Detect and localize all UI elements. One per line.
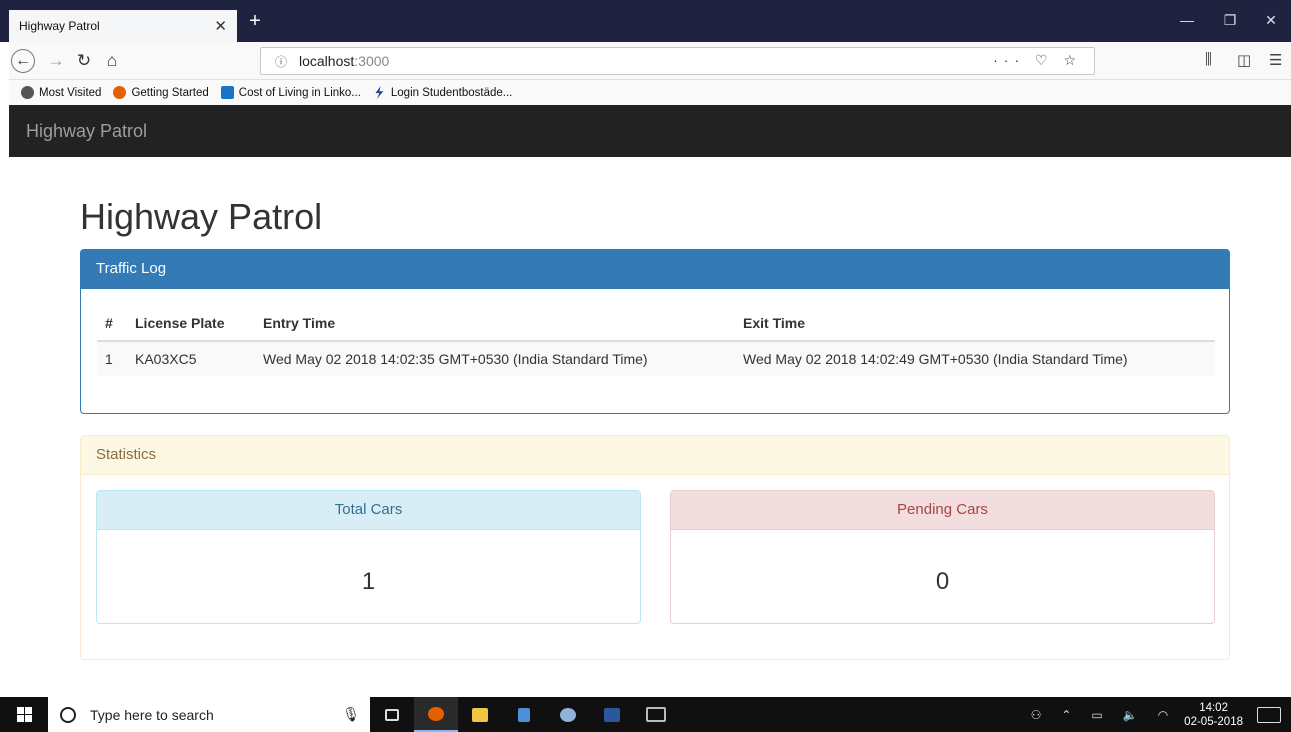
url-host: localhost (299, 53, 355, 69)
table-cell: KA03XC5 (135, 351, 197, 367)
battery-icon[interactable]: ▭ (1091, 708, 1102, 722)
word-icon[interactable] (590, 697, 634, 732)
numbeo-icon (220, 86, 234, 99)
clock-date: 02-05-2018 (1184, 715, 1243, 728)
bookmark-getting-started[interactable]: Getting Started (113, 86, 209, 99)
windows-logo-icon (16, 707, 32, 722)
column-header: # (97, 306, 127, 342)
back-icon[interactable]: ← (11, 49, 35, 73)
table-cell: Wed May 02 2018 14:02:49 GMT+0530 (India… (743, 351, 1128, 367)
chevron-up-icon[interactable]: ⌃ (1061, 708, 1071, 722)
statistics-heading: Statistics (81, 436, 1229, 475)
people-icon[interactable]: ⚇ (1031, 708, 1042, 722)
statistics-panel: Statistics Total Cars 1 Pending Cars 0 (80, 435, 1230, 660)
column-header: Entry Time (255, 306, 735, 342)
bolt-icon (375, 86, 384, 99)
navbar-brand[interactable]: Highway Patrol (26, 121, 147, 142)
url-port: :3000 (354, 53, 390, 69)
pending-cars-label: Pending Cars (671, 491, 1214, 530)
sidebar-icon[interactable]: ◫ (1237, 51, 1251, 69)
close-tab-icon[interactable]: ✕ (214, 17, 227, 35)
menu-icon[interactable]: ☰ (1269, 51, 1282, 69)
browser-tab[interactable]: Highway Patrol ✕ (9, 10, 237, 42)
forward-icon[interactable]: → (43, 50, 69, 72)
tab-title: Highway Patrol (19, 19, 100, 33)
pending-cars-panel: Pending Cars 0 (670, 490, 1215, 624)
search-placeholder: Type here to search (90, 706, 214, 723)
volume-icon[interactable]: 🔈 (1123, 708, 1138, 722)
page-actions-icons[interactable]: ··· ♡ ☆ (993, 52, 1082, 69)
firefox-icon (113, 86, 127, 99)
traffic-log-heading: Traffic Log (81, 250, 1229, 289)
wifi-icon[interactable]: ◠ (1158, 708, 1168, 722)
system-tray: ⚇ ⌃ ▭ 🔈 ◠ 14:02 02-05-2018 (1021, 697, 1291, 732)
traffic-log-panel: Traffic Log # License Plate Entry Time E… (80, 249, 1230, 414)
clock[interactable]: 14:02 02-05-2018 (1184, 701, 1243, 729)
table-header-row: # License Plate Entry Time Exit Time (97, 306, 1215, 342)
table-cell: Wed May 02 2018 14:02:35 GMT+0530 (India… (263, 351, 648, 367)
column-header: License Plate (127, 306, 255, 342)
bookmark-login-studentbostader[interactable]: Login Studentbostäde... (373, 86, 513, 99)
restore-icon[interactable]: ❐ (1210, 12, 1250, 29)
traffic-log-table: # License Plate Entry Time Exit Time 1 K… (97, 306, 1215, 376)
start-button[interactable] (0, 697, 48, 732)
total-cars-panel: Total Cars 1 (96, 490, 641, 624)
new-tab-button[interactable]: + (244, 10, 266, 34)
clock-time: 14:02 (1199, 701, 1228, 714)
total-cars-label: Total Cars (97, 491, 640, 530)
reload-icon[interactable]: ↻ (71, 50, 97, 72)
table-row: 1 KA03XC5 Wed May 02 2018 14:02:35 GMT+0… (97, 341, 1215, 376)
library-icon[interactable]: ⫼ (1205, 51, 1212, 68)
paint-icon[interactable] (546, 697, 590, 732)
notification-icon[interactable] (1257, 706, 1281, 723)
bookmarks-bar: Most Visited Getting Started Cost of Liv… (9, 80, 1291, 105)
total-cars-value: 1 (361, 568, 376, 595)
taskbar-search[interactable]: Type here to search 🎙 (48, 697, 370, 732)
home-icon[interactable]: ⌂ (99, 50, 125, 72)
table-cell: 1 (105, 351, 113, 367)
firefox-icon[interactable] (414, 697, 458, 732)
browser-nav-bar: ← → ↻ ⌂ ⓘ localhost :3000 ··· ♡ ☆ ⫼ ◫ ☰ (9, 42, 1291, 80)
browser-tab-bar: Highway Patrol ✕ + — ❐ ✕ (0, 0, 1291, 42)
close-window-icon[interactable]: ✕ (1251, 12, 1291, 29)
bookmark-label: Getting Started (131, 86, 209, 99)
bookmark-label: Cost of Living in Linko... (238, 86, 361, 99)
page-title: Highway Patrol (80, 196, 323, 237)
bookmark-label: Most Visited (39, 86, 102, 99)
bookmark-most-visited[interactable]: Most Visited (21, 86, 101, 99)
gear-icon (21, 86, 34, 99)
file-explorer-icon[interactable] (458, 697, 502, 732)
windows-taskbar: Type here to search 🎙 ⚇ ⌃ ▭ 🔈 ◠ 14:02 02… (0, 697, 1291, 732)
url-bar[interactable]: ⓘ localhost :3000 ··· ♡ ☆ (260, 47, 1095, 75)
window-app-icon[interactable] (634, 697, 678, 732)
info-icon[interactable]: ⓘ (275, 53, 299, 70)
network-icon[interactable] (502, 697, 546, 732)
microphone-icon[interactable]: 🎙 (342, 706, 360, 723)
column-header: Exit Time (735, 306, 1215, 342)
pending-cars-value: 0 (935, 568, 950, 595)
task-view-icon[interactable] (370, 697, 414, 732)
app-navbar: Highway Patrol (9, 105, 1291, 157)
minimize-icon[interactable]: — (1167, 12, 1207, 28)
cortana-icon (60, 706, 76, 723)
bookmark-cost-of-living[interactable]: Cost of Living in Linko... (220, 86, 361, 99)
bookmark-label: Login Studentbostäde... (390, 86, 513, 99)
